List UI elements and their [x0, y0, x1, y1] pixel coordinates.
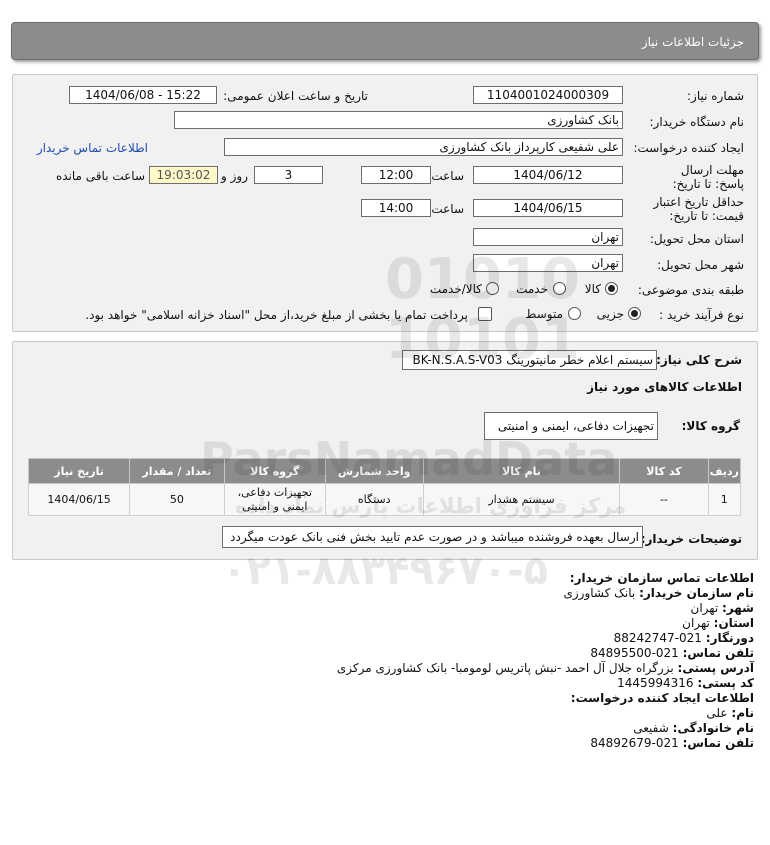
- contact-province: استان: تهران: [682, 616, 754, 630]
- contact-org-title: اطلاعات تماس سازمان خریدار:: [569, 571, 754, 585]
- goods-group-label: گروه کالا:: [681, 419, 740, 433]
- process-minor-label: جزیی: [596, 307, 624, 321]
- col-name: نام کالا: [422, 458, 621, 484]
- summary-field[interactable]: سیستم اعلام خطر مانیتورینگ BK-N.S.A.S-V0…: [402, 350, 657, 370]
- deadline-label: مهلت ارسال پاسخ: تا تاریخ:: [672, 163, 744, 191]
- deadline-time-field[interactable]: 12:00: [361, 166, 431, 184]
- validity-time-field[interactable]: 14:00: [361, 199, 431, 217]
- buyer-org-field[interactable]: بانک کشاورزی: [174, 111, 623, 129]
- col-date: تاریخ نیاز: [27, 458, 131, 484]
- city-label: شهر محل تحویل:: [657, 258, 744, 272]
- category-radio-goods[interactable]: [605, 282, 618, 295]
- contact-creator-phone: تلفن تماس: 021-84892679: [590, 736, 754, 750]
- col-unit: واحد شمارش: [324, 458, 424, 484]
- treasury-checkbox[interactable]: [478, 307, 492, 321]
- col-group: گروه کالا: [223, 458, 326, 484]
- category-goods-label: کالا: [584, 282, 601, 296]
- goods-info-title: اطلاعات کالاهای مورد نیاز: [587, 380, 742, 394]
- buyer-org-label: نام دستگاه خریدار:: [649, 115, 745, 129]
- contact-phone: تلفن تماس: 021-84895500: [590, 646, 754, 660]
- remaining-label: ساعت باقی مانده: [55, 169, 145, 183]
- contact-fax: دورنگار: 021-88242747: [613, 631, 754, 645]
- validity-date-field[interactable]: 1404/06/15: [473, 199, 623, 217]
- contact-address: آدرس پستی: بزرگراه جلال آل احمد -نبش پات…: [336, 661, 754, 675]
- validity-label: حداقل تاریخ اعتبار قیمت: تا تاریخ:: [653, 195, 744, 223]
- category-service-label: خدمت: [516, 282, 548, 296]
- days-field[interactable]: 3: [254, 166, 323, 184]
- creator-label: ایجاد کننده درخواست:: [633, 141, 744, 155]
- col-qty: تعداد / مقدار: [129, 458, 225, 484]
- cell-row: 1: [707, 483, 742, 516]
- category-radio-service[interactable]: [553, 282, 566, 295]
- buyer-contact-link[interactable]: اطلاعات تماس خریدار: [37, 141, 148, 155]
- buyer-notes-field[interactable]: ارسال بعهده فروشنده میباشد و در صورت عدم…: [222, 526, 643, 548]
- contact-buyer-name: نام سازمان خریدار: بانک کشاورزی: [563, 586, 754, 600]
- remaining-time-field: 19:03:02: [149, 166, 218, 184]
- announce-field[interactable]: 1404/06/08 - 15:22: [69, 86, 217, 104]
- process-label: نوع فرآیند خرید :: [659, 308, 744, 322]
- cell-date: 1404/06/15: [27, 483, 131, 516]
- validity-time-label: ساعت: [431, 202, 464, 216]
- page-title: جزئيات اطلاعات نياز: [641, 35, 744, 49]
- contact-info: اطلاعات تماس سازمان خریدار: نام سازمان خ…: [337, 571, 754, 751]
- category-radio-both[interactable]: [486, 282, 499, 295]
- cell-code: --: [619, 483, 709, 516]
- contact-first-name: نام: علی: [706, 706, 754, 720]
- cell-qty: 50: [129, 483, 225, 516]
- treasury-note: پرداخت تمام یا بخشی از مبلغ خرید،از محل …: [85, 308, 468, 322]
- col-code: کد کالا: [619, 458, 709, 484]
- goods-group-field[interactable]: تجهیزات دفاعی، ایمنی و امنیتی: [484, 412, 658, 440]
- deadline-date-field[interactable]: 1404/06/12: [473, 166, 623, 184]
- contact-last-name: نام خانوادگی: شفیعی: [633, 721, 754, 735]
- process-radio-medium[interactable]: [568, 307, 581, 320]
- cell-unit: دستگاه: [324, 483, 424, 516]
- city-field[interactable]: تهران: [473, 254, 623, 272]
- goods-table-header: ردیف کد کالا نام کالا واحد شمارش گروه کا…: [27, 458, 742, 484]
- contact-postal: کد پستی: 1445994316: [617, 676, 754, 690]
- province-label: استان محل تحویل:: [649, 232, 744, 246]
- category-label: طبقه بندی موضوعی:: [637, 283, 744, 297]
- process-medium-label: متوسط: [525, 307, 563, 321]
- deadline-time-label: ساعت: [431, 169, 464, 183]
- col-row: ردیف: [707, 458, 742, 484]
- goods-table: ردیف کد کالا نام کالا واحد شمارش گروه کا…: [27, 458, 742, 516]
- cell-group: تجهیزات دفاعی، ایمنی و امنیتی: [223, 483, 326, 516]
- need-number-field[interactable]: 1104001024000309: [473, 86, 623, 104]
- creator-field[interactable]: علی شفیعی کارپرداز بانک کشاورزی: [224, 138, 623, 156]
- buyer-notes-label: توضیحات خریدار:: [640, 532, 742, 546]
- contact-creator-title: اطلاعات ایجاد کننده درخواست:: [570, 691, 754, 705]
- category-both-label: کالا/خدمت: [429, 282, 482, 296]
- announce-label: تاریخ و ساعت اعلان عمومی:: [223, 89, 368, 103]
- process-radio-minor[interactable]: [628, 307, 641, 320]
- days-label: روز و: [221, 169, 248, 183]
- cell-name: سیستم هشدار: [422, 483, 621, 516]
- need-number-label: شماره نیاز:: [687, 89, 744, 103]
- summary-label: شرح کلی نیاز:: [656, 353, 742, 367]
- contact-city: شهر: تهران: [690, 601, 754, 615]
- province-field[interactable]: تهران: [473, 228, 623, 246]
- table-row[interactable]: 1 -- سیستم هشدار دستگاه تجهیزات دفاعی، ا…: [27, 483, 742, 516]
- page-header: جزئيات اطلاعات نياز: [11, 22, 759, 60]
